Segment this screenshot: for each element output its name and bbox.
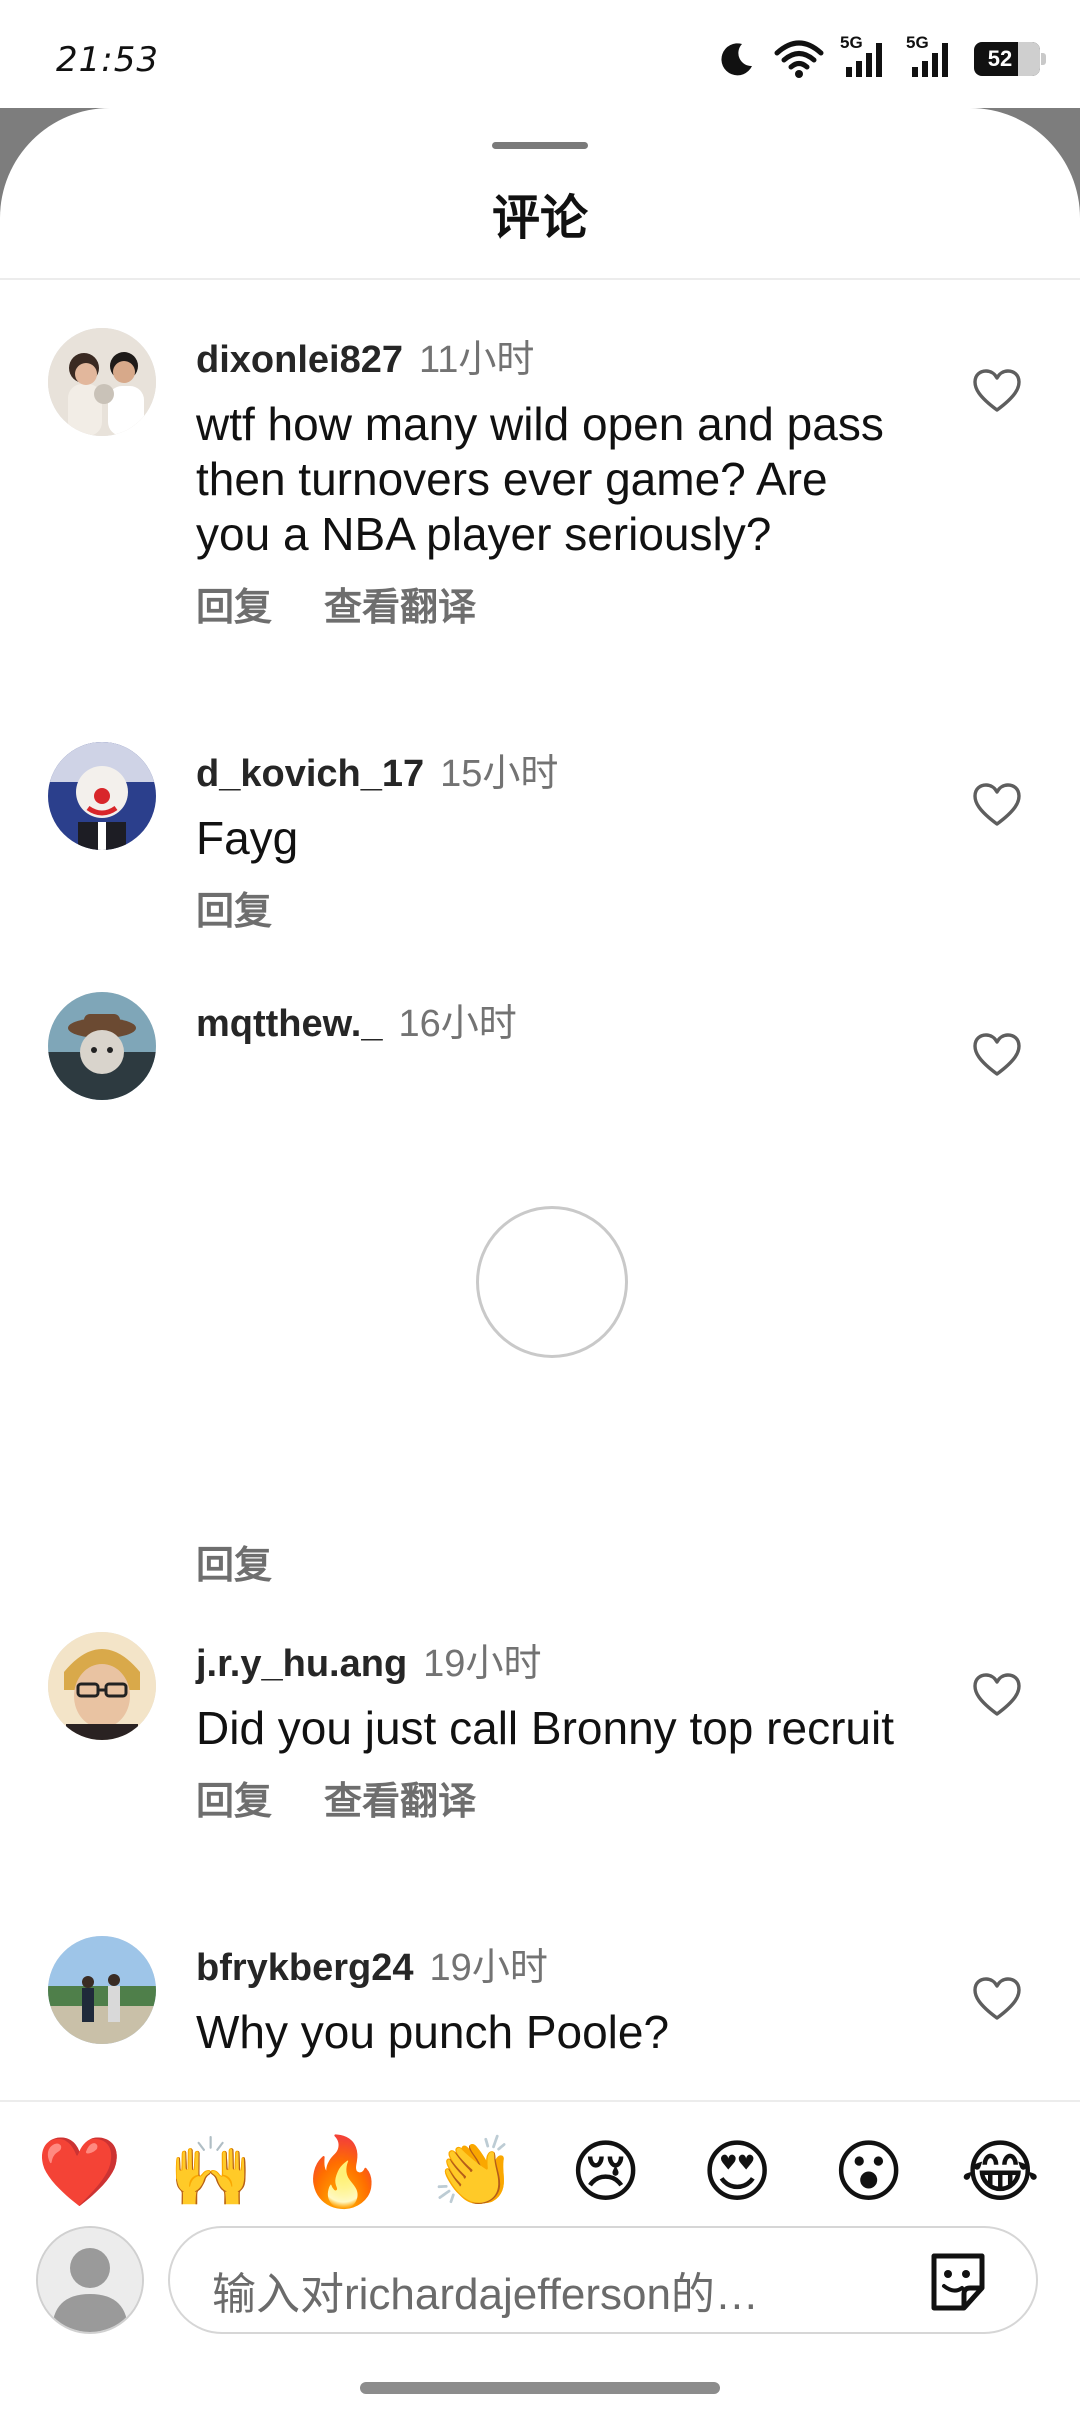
- avatar[interactable]: [48, 1936, 156, 2044]
- battery-icon: 52: [974, 42, 1046, 76]
- emoji-heart-button[interactable]: ❤️: [25, 2128, 135, 2218]
- comment-body: bfrykberg24 19小时 Why you punch Poole?: [196, 1936, 896, 2060]
- network-type-label: 5G: [840, 33, 863, 52]
- comment-username[interactable]: j.r.y_hu.ang: [196, 1643, 407, 1686]
- comment-body: dixonlei827 11小时 wtf how many wild open …: [196, 328, 896, 631]
- avatar[interactable]: [48, 328, 156, 436]
- reply-button[interactable]: 回复: [196, 880, 272, 935]
- comment-time: 16小时: [398, 1003, 517, 1045]
- comment-item: d_kovich_17 15小时 Fayg 回复: [0, 742, 1080, 942]
- status-bar: 21:53 5G 5G 52: [0, 0, 1080, 108]
- sheet-title: 评论: [491, 192, 588, 245]
- reply-button[interactable]: 回复: [196, 576, 272, 631]
- heart-icon: [973, 1977, 1021, 2020]
- signal-1: 5G: [840, 33, 890, 79]
- comment-text: Why you punch Poole?: [196, 2006, 670, 2058]
- like-button[interactable]: [972, 368, 1022, 414]
- like-button[interactable]: [972, 782, 1022, 828]
- comment-body: j.r.y_hu.ang 19小时 Did you just call Bron…: [196, 1632, 896, 1825]
- heart-icon: [973, 369, 1021, 412]
- sticker-icon: [931, 2253, 985, 2311]
- comment-text: Fayg: [196, 812, 299, 864]
- comment-username[interactable]: bfrykberg24: [196, 1947, 414, 1990]
- heart-icon: [973, 1673, 1021, 1716]
- comment-text: wtf how many wild open and pass then tur…: [196, 398, 884, 560]
- like-button[interactable]: [972, 1032, 1022, 1078]
- home-indicator[interactable]: [360, 2382, 720, 2394]
- emoji-crying-button[interactable]: 😢: [551, 2128, 661, 2218]
- heart-icon: [973, 783, 1021, 826]
- emoji-fire-button[interactable]: 🔥: [288, 2128, 398, 2218]
- wifi-icon: [774, 40, 824, 78]
- loading-spinner: [476, 1206, 628, 1358]
- comment-time: 19小时: [429, 1947, 548, 1989]
- comment-item: j.r.y_hu.ang 19小时 Did you just call Bron…: [0, 1632, 1080, 1892]
- comment-time: 19小时: [423, 1643, 542, 1685]
- translate-button[interactable]: 查看翻译: [324, 576, 476, 631]
- signal-2: 5G: [906, 33, 956, 79]
- comment-text: Did you just call Bronny top recruit: [196, 1702, 894, 1754]
- user-icon: [38, 2228, 142, 2332]
- comments-sheet: 评论 dixonlei827 11小时 wtf how many wild op…: [0, 108, 1080, 2412]
- heart-icon: [973, 1033, 1021, 1076]
- reply-button[interactable]: 回复: [196, 1534, 272, 1589]
- comment-input-placeholder: 输入对richardajefferson的…: [212, 2270, 759, 2319]
- like-button[interactable]: [972, 1672, 1022, 1718]
- comment-body: d_kovich_17 15小时 Fayg 回复: [196, 742, 896, 935]
- comment-input[interactable]: 输入对richardajefferson的…: [168, 2226, 1038, 2334]
- avatar[interactable]: [48, 992, 156, 1100]
- comment-item: bfrykberg24 19小时 Why you punch Poole?: [0, 1936, 1080, 2096]
- quick-emoji-bar: ❤️ 🙌 🔥 👏 😢 😍 😮 😂: [0, 2128, 1080, 2218]
- translate-button[interactable]: 查看翻译: [324, 1770, 476, 1825]
- status-time: 21:53: [56, 40, 159, 80]
- avatar[interactable]: [36, 2226, 144, 2334]
- comment-time: 15小时: [440, 753, 559, 795]
- moon-icon: [721, 43, 752, 76]
- comment-username[interactable]: d_kovich_17: [196, 753, 424, 796]
- comment-body: mqtthew._ 16小时: [196, 992, 896, 1061]
- reply-button[interactable]: 回复: [196, 1770, 272, 1825]
- emoji-clap-button[interactable]: 👏: [419, 2128, 529, 2218]
- drag-handle[interactable]: [492, 142, 588, 149]
- comment-list[interactable]: dixonlei827 11小时 wtf how many wild open …: [0, 280, 1080, 2100]
- network-type-label: 5G: [906, 33, 929, 52]
- emoji-surprised-button[interactable]: 😮: [814, 2128, 924, 2218]
- sticker-button[interactable]: [924, 2248, 992, 2316]
- comment-time: 11小时: [418, 339, 535, 381]
- emoji-heart-eyes-button[interactable]: 😍: [682, 2128, 792, 2218]
- emoji-laughing-button[interactable]: 😂: [945, 2128, 1055, 2218]
- battery-level: 52: [987, 46, 1013, 71]
- comment-item: dixonlei827 11小时 wtf how many wild open …: [0, 328, 1080, 708]
- avatar[interactable]: [48, 742, 156, 850]
- like-button[interactable]: [972, 1976, 1022, 2022]
- comment-username[interactable]: dixonlei827: [196, 339, 403, 382]
- status-icons: 5G 5G 52: [718, 33, 1046, 82]
- comment-item: mqtthew._ 16小时 回复: [0, 992, 1080, 1592]
- emoji-raised-hands-button[interactable]: 🙌: [156, 2128, 266, 2218]
- comment-composer: ❤️ 🙌 🔥 👏 😢 😍 😮 😂 输入对richardajefferson的…: [0, 2100, 1080, 2412]
- avatar[interactable]: [48, 1632, 156, 1740]
- comment-username[interactable]: mqtthew._: [196, 1003, 383, 1046]
